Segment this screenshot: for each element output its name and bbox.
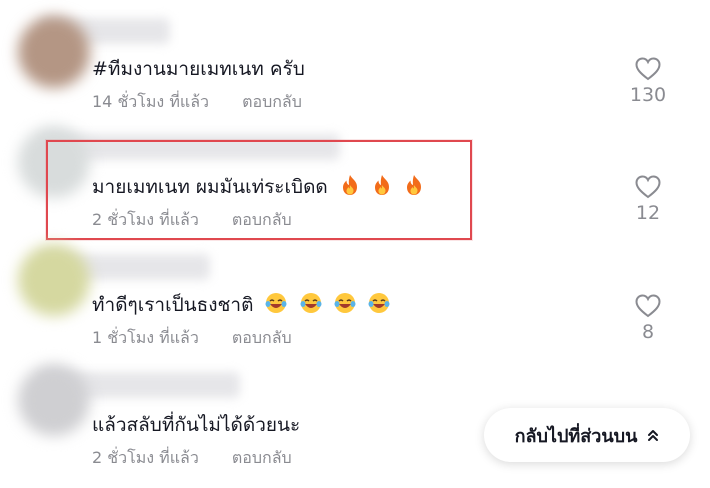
laughing-crying-icon [265, 292, 287, 319]
comment-text: #ทีมงานมายเมทเนท ครับ [92, 58, 305, 80]
like-count: 8 [641, 321, 655, 343]
comment-meta: 2 ชั่วโมง ที่แล้ว ตอบกลับ [92, 446, 292, 471]
comment-text-body: ทำดีๆเราเป็นธงชาติ [92, 294, 254, 316]
comment-text: แล้วสลับที่กันไม่ได้ด้วยนะ [92, 414, 301, 436]
heart-icon [635, 294, 661, 318]
comment-time: 1 ชั่วโมง ที่แล้ว [92, 328, 199, 347]
comment-time: 14 ชั่วโมง ที่แล้ว [92, 92, 209, 111]
laughing-crying-icon [368, 292, 390, 319]
reply-button[interactable]: ตอบกลับ [242, 92, 302, 111]
like-button[interactable]: 12 [626, 175, 670, 224]
avatar[interactable] [18, 16, 90, 88]
heart-icon [635, 175, 661, 199]
like-button[interactable]: 8 [626, 294, 670, 343]
avatar[interactable] [18, 244, 90, 316]
highlight-box [46, 140, 472, 240]
heart-icon [635, 57, 661, 81]
double-chevron-up-icon [648, 430, 659, 441]
back-to-top-label: กลับไปที่ส่วนบน [514, 425, 638, 447]
reply-button[interactable]: ตอบกลับ [232, 328, 292, 347]
comment-meta: 14 ชั่วโมง ที่แล้ว ตอบกลับ [92, 90, 302, 115]
comment-text: ทำดีๆเราเป็นธงชาติ [92, 290, 390, 320]
like-button[interactable]: 130 [626, 57, 670, 106]
back-to-top-button[interactable]: กลับไปที่ส่วนบน [484, 408, 690, 462]
laughing-crying-icon [334, 292, 356, 319]
like-count: 12 [635, 202, 661, 224]
comment-meta: 1 ชั่วโมง ที่แล้ว ตอบกลับ [92, 326, 292, 351]
reply-button[interactable]: ตอบกลับ [232, 448, 292, 467]
avatar[interactable] [18, 364, 90, 436]
laughing-crying-icon [300, 292, 322, 319]
like-count: 130 [629, 84, 667, 106]
comment-time: 2 ชั่วโมง ที่แล้ว [92, 448, 199, 467]
